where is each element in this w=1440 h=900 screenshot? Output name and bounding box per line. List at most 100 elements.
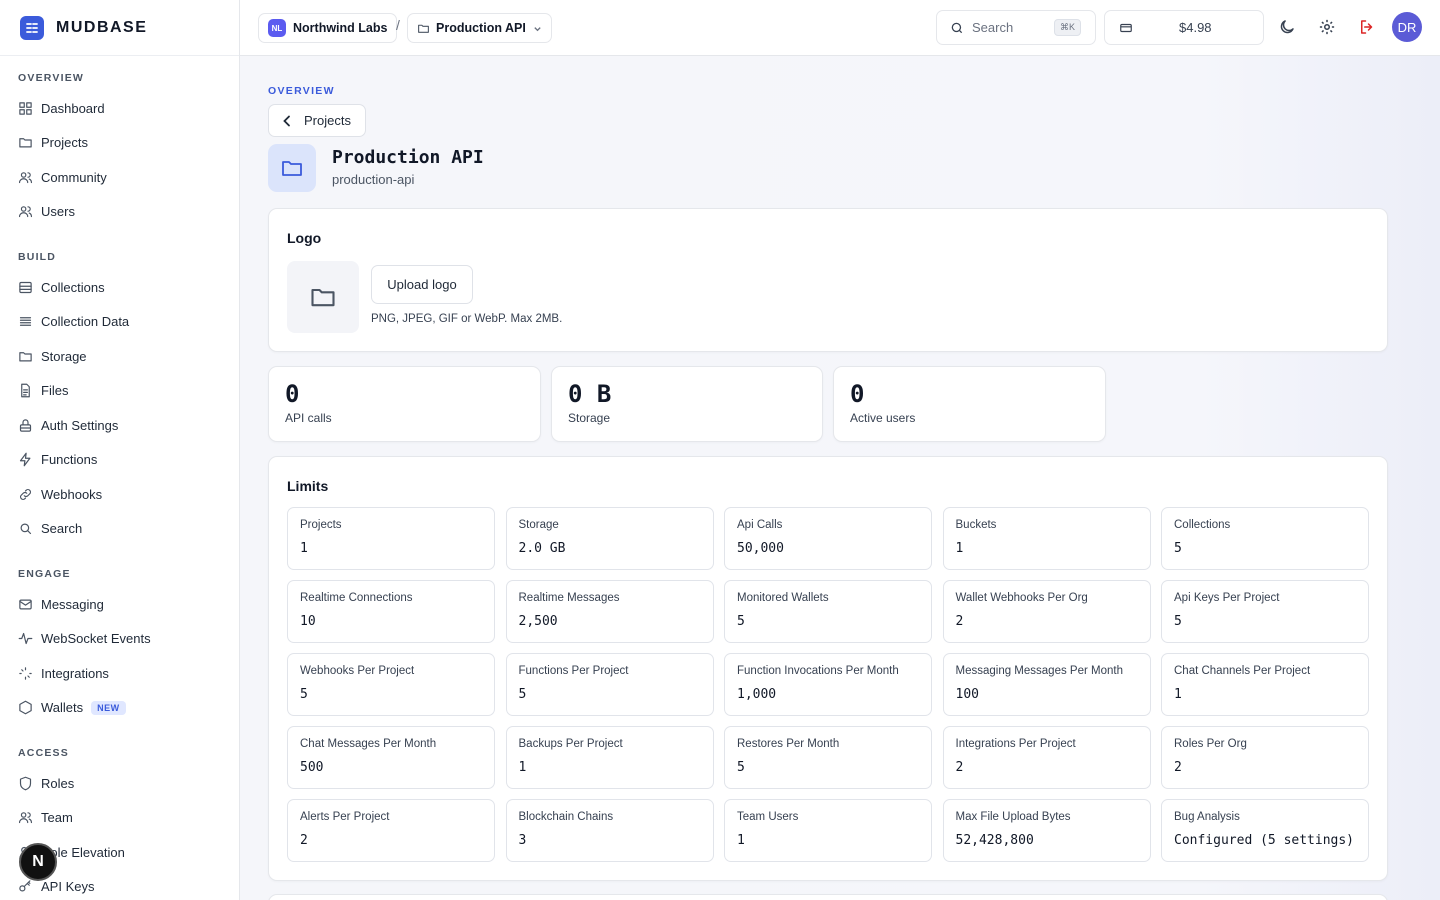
moon-icon[interactable] bbox=[1278, 18, 1298, 38]
limit-label: Restores Per Month bbox=[737, 738, 840, 750]
users-icon bbox=[18, 204, 33, 219]
limits-grid: Projects 1 Storage 2.0 GB Api Calls 50,000 Buc… bbox=[287, 507, 1369, 862]
folder-icon bbox=[417, 22, 430, 35]
limit-value: 2 bbox=[955, 614, 964, 629]
chevron-down-icon bbox=[533, 24, 542, 33]
user-avatar[interactable]: DR bbox=[1392, 12, 1422, 42]
sidebar-item-label: API Keys bbox=[41, 879, 95, 895]
sidebar-nav: OVERVIEW Dashboard Projects Community Users B… bbox=[0, 68, 239, 900]
project-name: Production API bbox=[436, 21, 526, 35]
nav-section-title: BUILD bbox=[18, 251, 57, 263]
sidebar-item-users[interactable]: Users bbox=[0, 195, 239, 230]
key-icon bbox=[18, 879, 33, 894]
limit-value: 50,000 bbox=[737, 541, 784, 556]
org-switcher[interactable]: NL Northwind Labs bbox=[258, 13, 398, 43]
gear-icon[interactable] bbox=[1318, 18, 1338, 38]
sidebar-item-label: Team bbox=[41, 810, 73, 826]
limit-value: 2,500 bbox=[518, 614, 558, 629]
sidebar-item-websocket-events[interactable]: WebSocket Events bbox=[0, 622, 239, 657]
limit-item: Backups Per Project 1 bbox=[505, 726, 714, 789]
upload-logo-button[interactable]: Upload logo bbox=[371, 265, 473, 304]
nav-section-title: OVERVIEW bbox=[18, 72, 85, 84]
limit-label: Integrations Per Project bbox=[955, 738, 1076, 750]
limit-label: Chat Messages Per Month bbox=[300, 738, 437, 750]
next-card bbox=[268, 894, 1388, 900]
sidebar-item-storage[interactable]: Storage bbox=[0, 339, 239, 374]
sidebar-item-collections[interactable]: Collections bbox=[0, 270, 239, 305]
breadcrumb-separator: / bbox=[396, 17, 400, 33]
limit-value: 5 bbox=[1174, 541, 1182, 556]
sidebar-item-wallets[interactable]: Wallets NEW bbox=[0, 691, 239, 726]
back-to-projects-button[interactable]: Projects bbox=[268, 104, 366, 137]
stat-card-storage: 0 B Storage bbox=[551, 366, 823, 442]
sidebar-item-roles[interactable]: Roles bbox=[0, 766, 239, 801]
project-switcher[interactable]: Production API bbox=[407, 13, 552, 43]
grid-icon bbox=[18, 101, 33, 116]
logout-icon[interactable] bbox=[1358, 18, 1378, 38]
sidebar-item-community[interactable]: Community bbox=[0, 160, 239, 195]
limit-value: 52,428,800 bbox=[955, 833, 1034, 848]
limit-item: Storage 2.0 GB bbox=[505, 507, 714, 570]
search-icon bbox=[18, 521, 33, 536]
limit-value: Configured (5 settings) bbox=[1174, 833, 1355, 848]
logo-placeholder bbox=[287, 261, 359, 333]
limit-value: 10 bbox=[300, 614, 316, 629]
stat-label: Storage bbox=[568, 411, 611, 425]
sidebar-item-label: Webhooks bbox=[41, 486, 103, 502]
limit-value: 5 bbox=[1174, 614, 1182, 629]
limit-label: Collections bbox=[1174, 519, 1231, 531]
sidebar-item-auth-settings[interactable]: Auth Settings bbox=[0, 408, 239, 443]
sidebar: MUDBASE OVERVIEW Dashboard Projects Communi… bbox=[0, 0, 240, 900]
folder-icon bbox=[18, 135, 33, 150]
folder-icon bbox=[309, 283, 337, 311]
credits-button[interactable]: $4.98 bbox=[1104, 10, 1264, 45]
page-title: Production API bbox=[332, 147, 484, 168]
limit-label: Blockchain Chains bbox=[518, 811, 614, 823]
limit-item: Bug Analysis Configured (5 settings) bbox=[1161, 799, 1369, 862]
sidebar-item-dashboard[interactable]: Dashboard bbox=[0, 91, 239, 126]
shield-icon bbox=[18, 776, 33, 791]
limit-value: 5 bbox=[737, 760, 745, 775]
sidebar-item-functions[interactable]: Functions bbox=[0, 443, 239, 478]
limit-label: Bug Analysis bbox=[1174, 811, 1240, 823]
sidebar-item-label: Auth Settings bbox=[41, 417, 119, 433]
topbar: NL Northwind Labs / Production API Searc… bbox=[240, 0, 1440, 56]
activity-icon bbox=[18, 631, 33, 646]
sidebar-item-integrations[interactable]: Integrations bbox=[0, 656, 239, 691]
sidebar-item-projects[interactable]: Projects bbox=[0, 126, 239, 161]
search-placeholder: Search bbox=[972, 20, 1014, 35]
limit-item: Integrations Per Project 2 bbox=[942, 726, 1151, 789]
limit-item: Messaging Messages Per Month 100 bbox=[942, 653, 1151, 716]
limit-label: Team Users bbox=[737, 811, 799, 823]
dev-indicator-badge[interactable]: N bbox=[19, 843, 57, 881]
sidebar-item-label: Integrations bbox=[41, 665, 109, 681]
limit-value: 100 bbox=[955, 687, 979, 702]
sidebar-item-label: Messaging bbox=[41, 596, 104, 612]
sidebar-item-files[interactable]: Files bbox=[0, 374, 239, 409]
sidebar-item-messaging[interactable]: Messaging bbox=[0, 587, 239, 622]
sidebar-item-team[interactable]: Team bbox=[0, 801, 239, 836]
sidebar-item-label: Users bbox=[41, 204, 75, 220]
sidebar-item-label: Functions bbox=[41, 452, 98, 468]
sidebar-item-search[interactable]: Search bbox=[0, 512, 239, 547]
limit-value: 1 bbox=[737, 833, 745, 848]
users-icon bbox=[18, 810, 33, 825]
limit-item: Team Users 1 bbox=[724, 799, 932, 862]
limit-value: 1 bbox=[518, 760, 527, 775]
limit-value: 5 bbox=[518, 687, 527, 702]
limit-value: 2 bbox=[955, 760, 964, 775]
limit-value: 2 bbox=[1174, 760, 1182, 775]
sidebar-item-collection-data[interactable]: Collection Data bbox=[0, 305, 239, 340]
back-label: Projects bbox=[304, 113, 351, 128]
search-button[interactable]: Search ⌘K bbox=[936, 10, 1096, 45]
limit-item: Functions Per Project 5 bbox=[505, 653, 714, 716]
limit-label: Api Keys Per Project bbox=[1174, 592, 1280, 604]
credits-amount: $4.98 bbox=[1179, 20, 1212, 35]
limit-item: Wallet Webhooks Per Org 2 bbox=[942, 580, 1151, 643]
limit-item: Api Calls 50,000 bbox=[724, 507, 932, 570]
sidebar-item-label: Community bbox=[41, 169, 107, 185]
sidebar-item-webhooks[interactable]: Webhooks bbox=[0, 477, 239, 512]
search-shortcut: ⌘K bbox=[1053, 19, 1081, 36]
chevron-left-icon bbox=[282, 115, 292, 127]
brand[interactable]: MUDBASE bbox=[0, 0, 239, 56]
